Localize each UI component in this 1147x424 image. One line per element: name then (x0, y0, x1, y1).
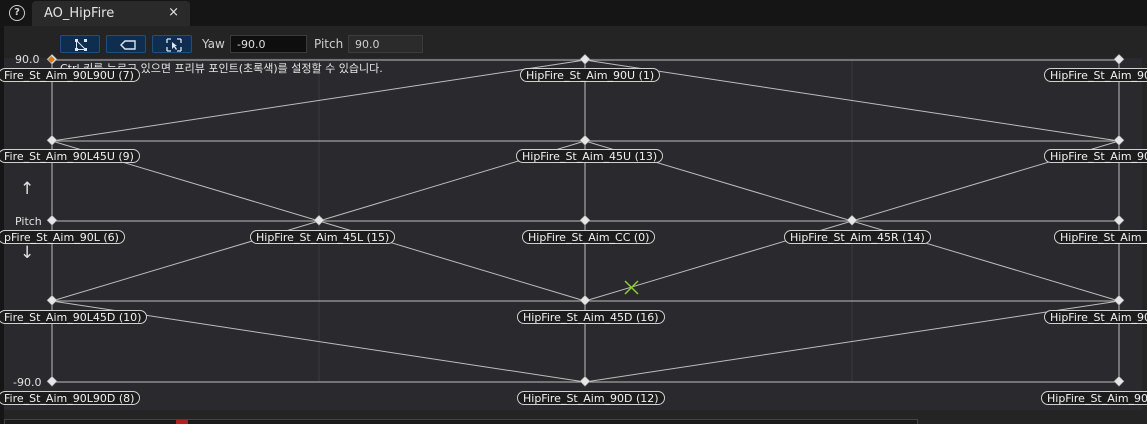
sample-label[interactable]: HipFire_St_Aim_90 (1044, 310, 1147, 324)
arrow-up-icon: ↑ (20, 179, 35, 199)
yaw-input[interactable]: -90.0 (230, 35, 307, 53)
sample-label[interactable]: HipFire_St_Aim_45L (15) (250, 230, 396, 244)
timeline-track[interactable] (4, 419, 918, 424)
arrow-down-icon: ↓ (20, 243, 35, 263)
axis-title: Pitch (15, 215, 42, 228)
sample-label[interactable]: HipFire_St_Aim_45R (14) (784, 230, 931, 244)
sample-label[interactable]: Fire_St_Aim_90L45U (9) (0, 149, 140, 163)
sample-label[interactable]: HipFire_St_Aim_90 (1044, 149, 1147, 163)
axis-min-label: -90.0 (13, 376, 42, 389)
sample-label[interactable]: pFire_St_Aim_90L (6) (0, 230, 125, 244)
label-toggle-button[interactable] (106, 35, 146, 53)
sample-label[interactable]: HipFire_St_Aim_45U (13) (516, 149, 664, 163)
sample-label[interactable]: HipFire_St_Aim_90 (1041, 391, 1147, 405)
sample-label[interactable]: HipFire_St_Aim_CC (0) (522, 230, 656, 244)
sample-label[interactable]: HipFire_St_Aim_90U (1) (520, 68, 661, 82)
axis-max-label: 90.0 (15, 53, 40, 66)
sample-label[interactable]: Fire_St_Aim_90L90D (8) (0, 391, 141, 405)
pitch-label: Pitch (314, 37, 344, 51)
sample-label[interactable]: Fire_St_Aim_90L45D (10) (0, 310, 148, 324)
triangulation-icon (75, 39, 87, 51)
sample-label[interactable]: HipFire_St_Aim_90 (1044, 68, 1147, 82)
yaw-label: Yaw (202, 37, 225, 51)
sample-label[interactable]: HipFire_St_Aim_90D (12) (517, 391, 665, 405)
sample-label[interactable]: HipFire_St_Aim_45D (16) (517, 310, 665, 324)
sample-label[interactable]: Fire_St_Aim_90L90U (7) (0, 68, 140, 82)
select-mode-button[interactable] (60, 35, 100, 53)
fit-view-button[interactable] (152, 35, 192, 53)
frame-select-icon (166, 38, 182, 52)
sample-label[interactable]: HipFire_St_Aim_9 (1054, 230, 1147, 244)
pitch-input[interactable]: 90.0 (348, 35, 423, 53)
timeline-marker[interactable] (176, 420, 188, 424)
tag-icon (120, 40, 136, 50)
